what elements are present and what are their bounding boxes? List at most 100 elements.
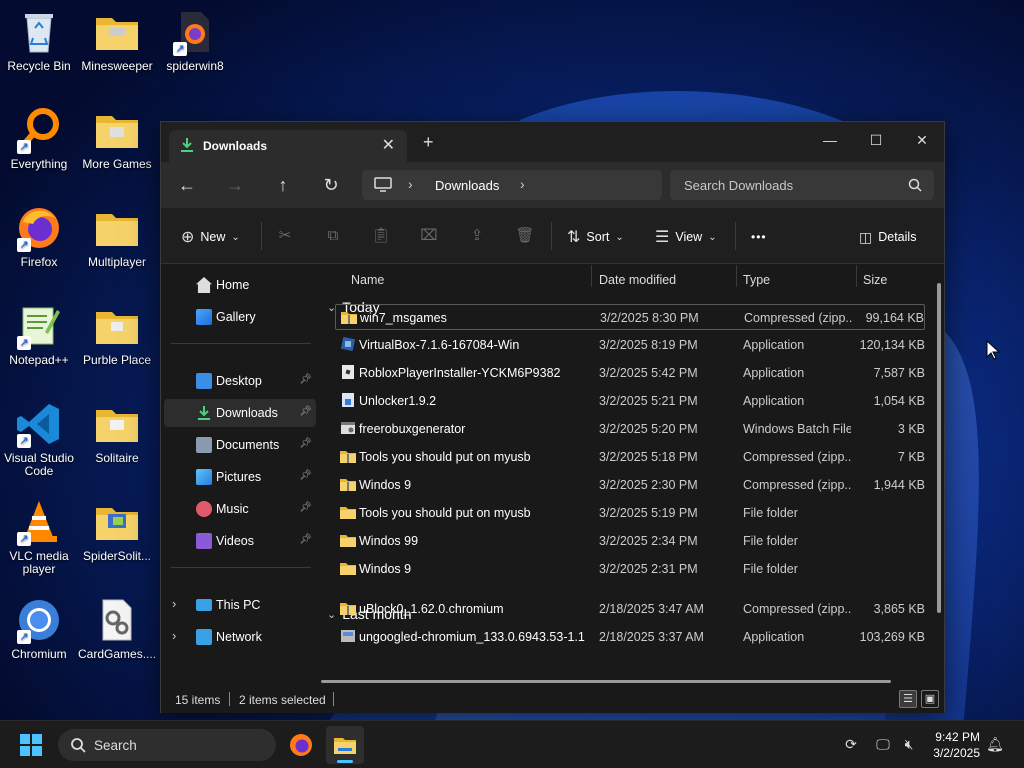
desktop-icon-recycle-bin[interactable]: Recycle Bin bbox=[0, 8, 78, 73]
desktop-icon-cardgames[interactable]: CardGames.... bbox=[78, 596, 156, 661]
column-header-date-modified[interactable]: Date modified bbox=[599, 273, 676, 287]
file-row[interactable]: Tools you should put on myusb 3/2/2025 5:… bbox=[335, 444, 925, 470]
file-row[interactable]: Windos 9 3/2/2025 2:31 PM File folder bbox=[335, 556, 925, 582]
desktop-icon-purble-place[interactable]: Purble Place bbox=[78, 302, 156, 367]
new-tab-button[interactable]: + bbox=[423, 132, 434, 153]
file-row[interactable]: freerobuxgenerator 3/2/2025 5:20 PM Window… bbox=[335, 416, 925, 442]
desktop-icon-vlc[interactable]: ↗ VLC media player bbox=[0, 498, 78, 576]
sidebar-item-gallery[interactable]: Gallery bbox=[164, 303, 316, 331]
file-type: File folder bbox=[743, 534, 798, 548]
volume-muted-icon[interactable]: 🔇︎ bbox=[900, 735, 918, 753]
notification-bell-icon[interactable]: 🔔︎ bbox=[986, 735, 1004, 753]
sidebar-item-pictures[interactable]: Pictures 📌︎ bbox=[164, 463, 316, 491]
windows-start-icon[interactable] bbox=[20, 734, 42, 756]
taskbar-search-box[interactable]: Search bbox=[58, 729, 276, 761]
close-tab-button[interactable]: ✕ bbox=[382, 135, 395, 155]
view-button[interactable]: ☰ View ⌄ bbox=[655, 226, 717, 248]
desktop-icon-minesweeper[interactable]: Minesweeper bbox=[78, 8, 156, 73]
search-downloads-input[interactable]: Search Downloads bbox=[670, 170, 934, 200]
expand-chevron-icon[interactable]: › bbox=[172, 628, 176, 643]
up-button[interactable]: ↑ bbox=[271, 174, 295, 198]
desktop-icon-solitaire[interactable]: Solitaire bbox=[78, 400, 156, 465]
column-divider[interactable] bbox=[736, 265, 737, 287]
desktop-icon-firefox[interactable]: ↗ Firefox bbox=[0, 204, 78, 269]
file-list[interactable]: Name Date modified Type Size ⌄ Today win… bbox=[319, 265, 944, 685]
close-window-button[interactable]: ✕ bbox=[899, 126, 945, 154]
clock-date: 3/2/2025 bbox=[933, 746, 980, 760]
desktop-icon-spidersolitaire[interactable]: SpiderSolit... bbox=[78, 498, 156, 563]
minimize-button[interactable]: — bbox=[807, 126, 853, 154]
details-view-toggle[interactable]: ☰ bbox=[899, 690, 917, 708]
taskbar-firefox[interactable] bbox=[282, 726, 320, 764]
horizontal-scrollbar[interactable] bbox=[321, 680, 891, 683]
file-row[interactable]: uBlock0_1.62.0.chromium 2/18/2025 3:47 AM… bbox=[335, 596, 925, 622]
system-clock[interactable]: 9:42 PM 3/2/2025 bbox=[933, 729, 980, 761]
column-divider[interactable] bbox=[856, 265, 857, 287]
desktop-icon-spiderwin8[interactable]: ↗ spiderwin8 bbox=[156, 8, 234, 73]
desktop-icon-more-games[interactable]: More Games bbox=[78, 106, 156, 171]
desktop-icon-notepadpp[interactable]: ↗ Notepad++ bbox=[0, 302, 78, 367]
firefox-file-icon: ↗ bbox=[171, 8, 219, 56]
file-date-modified: 3/2/2025 8:19 PM bbox=[599, 338, 698, 352]
column-header-type[interactable]: Type bbox=[743, 273, 770, 287]
sidebar-item-music[interactable]: Music 📌︎ bbox=[164, 495, 316, 523]
zip-icon bbox=[340, 449, 356, 463]
sidebar-item-downloads[interactable]: Downloads 📌︎ bbox=[164, 399, 316, 427]
file-row[interactable]: VirtualBox-7.1.6-167084-Win 3/2/2025 8:19… bbox=[335, 332, 925, 358]
sidebar-item-network[interactable]: › Network bbox=[164, 623, 316, 651]
forward-button[interactable]: → bbox=[223, 174, 247, 198]
sidebar-item-desktop[interactable]: Desktop 📌︎ bbox=[164, 367, 316, 395]
rename-icon[interactable]: ⌧ bbox=[419, 226, 439, 246]
file-row[interactable]: ungoogled-chromium_133.0.6943.53-1.1 2/18… bbox=[335, 624, 925, 650]
sidebar-item-home[interactable]: Home bbox=[164, 271, 316, 299]
file-size: 3,865 KB bbox=[873, 602, 925, 616]
sidebar-item-videos[interactable]: Videos 📌︎ bbox=[164, 527, 316, 555]
vertical-scrollbar[interactable] bbox=[937, 283, 941, 613]
file-row[interactable]: Unlocker1.9.2 3/2/2025 5:21 PM Application… bbox=[335, 388, 925, 414]
refresh-button[interactable]: ↻ bbox=[319, 174, 343, 198]
cut-icon[interactable]: ✂ bbox=[275, 226, 295, 246]
column-header-name[interactable]: Name bbox=[351, 273, 384, 287]
breadcrumb-chevron-icon[interactable]: › bbox=[520, 176, 525, 192]
pin-icon: 📌︎ bbox=[299, 502, 312, 513]
title-bar[interactable]: Downloads ✕ + — ☐ ✕ bbox=[161, 122, 944, 162]
maximize-button[interactable]: ☐ bbox=[853, 126, 899, 154]
tab-downloads[interactable]: Downloads ✕ bbox=[169, 130, 407, 162]
sidebar-item-documents[interactable]: Documents 📌︎ bbox=[164, 431, 316, 459]
sidebar-item-this-pc[interactable]: › This PC bbox=[164, 591, 316, 619]
file-row[interactable]: win7_msgames 3/2/2025 8:30 PM Compressed (… bbox=[335, 304, 925, 330]
breadcrumb-separator-icon[interactable]: › bbox=[408, 176, 413, 192]
file-row[interactable]: RobloxPlayerInstaller-YCKM6P9382 3/2/2025… bbox=[335, 360, 925, 386]
more-options-button[interactable]: ••• bbox=[751, 226, 767, 248]
breadcrumb-downloads[interactable]: Downloads bbox=[435, 178, 499, 193]
pin-icon: 📌︎ bbox=[299, 406, 312, 417]
delete-icon[interactable]: 🗑︎ bbox=[515, 226, 535, 246]
sync-alert-icon[interactable]: ⟳ bbox=[842, 735, 860, 753]
file-type: Application bbox=[743, 394, 805, 408]
column-divider[interactable] bbox=[591, 265, 592, 287]
address-bar[interactable]: › Downloads › bbox=[362, 170, 662, 200]
file-name: ungoogled-chromium_133.0.6943.53-1.1 bbox=[359, 630, 585, 644]
tiles-view-toggle[interactable]: ▣ bbox=[921, 690, 939, 708]
file-date-modified: 3/2/2025 8:30 PM bbox=[600, 311, 699, 325]
details-pane-button[interactable]: ◫ Details bbox=[859, 226, 916, 248]
desktop-icon-chromium[interactable]: ↗ Chromium bbox=[0, 596, 78, 661]
sort-button[interactable]: ⇅ Sort ⌄ bbox=[567, 226, 624, 248]
taskbar: Search ⟳ 🖵︎ 🔇︎ 9:42 PM 3/2/2025 🔔︎ bbox=[0, 720, 1024, 768]
file-row[interactable]: Tools you should put on myusb 3/2/2025 5:… bbox=[335, 500, 925, 526]
desktop-icon-everything[interactable]: ↗ Everything bbox=[0, 106, 78, 171]
back-button[interactable]: ← bbox=[175, 174, 199, 198]
paste-icon[interactable]: 📋︎ bbox=[371, 226, 391, 246]
desktop-icon-multiplayer[interactable]: Multiplayer bbox=[78, 204, 156, 269]
network-status-icon[interactable]: 🖵︎ bbox=[874, 735, 892, 753]
new-button[interactable]: ⊕ New ⌄ bbox=[181, 226, 240, 248]
file-row[interactable]: Windos 99 3/2/2025 2:34 PM File folder bbox=[335, 528, 925, 554]
file-row[interactable]: Windos 9 3/2/2025 2:30 PM Compressed (zipp… bbox=[335, 472, 925, 498]
share-icon[interactable]: ⇪ bbox=[467, 226, 487, 246]
column-header-size[interactable]: Size bbox=[863, 273, 887, 287]
desktop-icon-vscode[interactable]: ↗ Visual Studio Code bbox=[0, 400, 78, 478]
file-explorer-window[interactable]: Downloads ✕ + — ☐ ✕ ← → ↑ ↻ › Downloads … bbox=[160, 121, 945, 713]
taskbar-file-explorer[interactable] bbox=[326, 726, 364, 764]
copy-icon[interactable]: ⧉ bbox=[323, 226, 343, 246]
expand-chevron-icon[interactable]: › bbox=[172, 596, 176, 611]
